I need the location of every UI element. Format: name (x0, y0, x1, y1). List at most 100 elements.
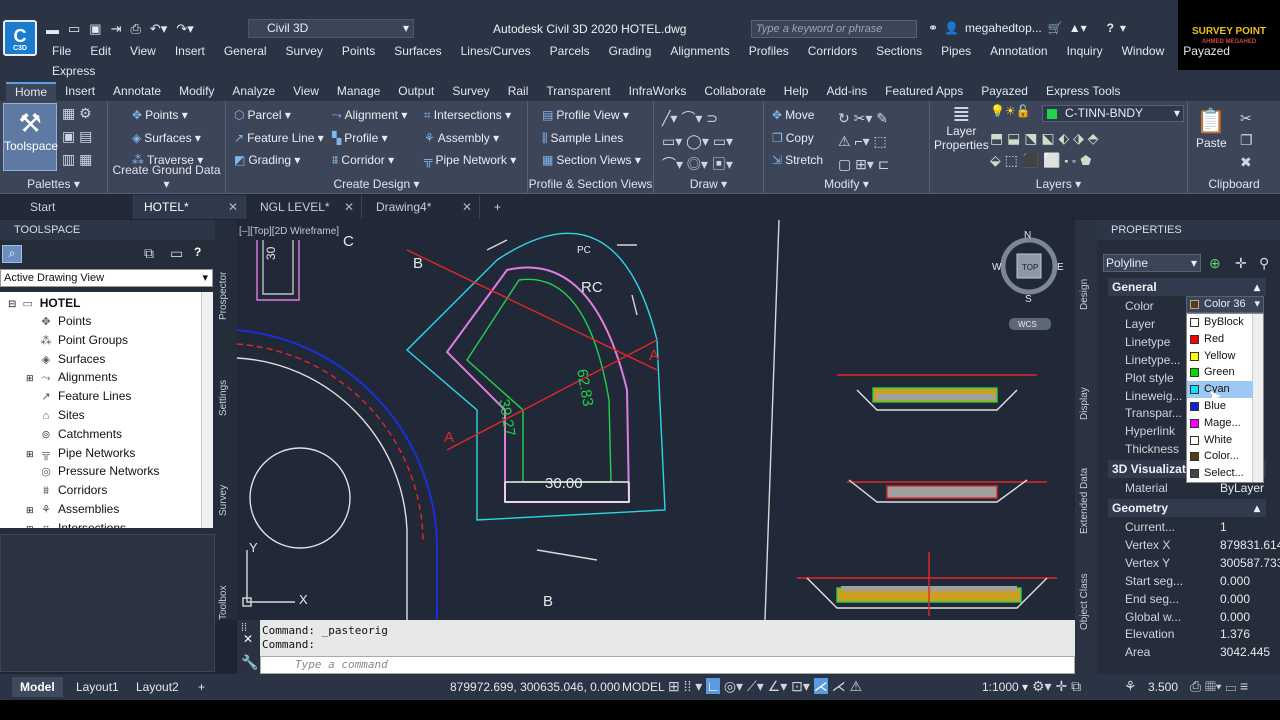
menu-item-survey[interactable]: Survey (286, 44, 342, 58)
draw-title[interactable]: Draw ▾ (654, 177, 763, 191)
search-input[interactable]: Type a keyword or phrase (751, 20, 917, 38)
undo-icon[interactable]: ↶▾ (150, 21, 167, 37)
tree-item[interactable]: ◈ Surfaces (26, 350, 106, 368)
parcel-button[interactable]: ⬡ Parcel ▾ (234, 108, 291, 122)
property-row[interactable]: Vertex Y 300587.733 (1108, 554, 1280, 572)
property-value[interactable]: 879831.614 (1220, 536, 1280, 554)
menu-item-surfaces[interactable]: Surfaces (394, 44, 460, 58)
expand-icon[interactable]: ⊞ (26, 445, 38, 463)
property-row[interactable]: Vertex X 879831.614 (1108, 536, 1280, 554)
tree-item[interactable]: ◎ Pressure Networks (26, 462, 159, 480)
ribbon-tab-rail[interactable]: Rail (499, 82, 538, 101)
scrollbar[interactable] (1252, 314, 1263, 482)
status-icons[interactable]: ⎙ ▦▾ ▭ ≡ (1190, 678, 1248, 695)
surfaces-button[interactable]: ◈ Surfaces ▾ (132, 131, 201, 145)
tab-toolbox[interactable]: Toolbox (218, 586, 229, 620)
menu-item-pipes[interactable]: Pipes (941, 44, 990, 58)
alignment-button[interactable]: ⤳ Alignment ▾ (332, 108, 407, 123)
tab-extended-data[interactable]: Extended Data (1079, 468, 1090, 534)
ribbon-tab-add-ins[interactable]: Add-ins (817, 82, 876, 101)
modify-tools[interactable]: ↻ ✂▾ ✎ ⚠ ⌐▾ ⬚ ▢ ⊞▾ ⊏ (838, 107, 890, 176)
settings-icon[interactable]: ⚙▾ ✛ ⧉ (1032, 678, 1081, 695)
expand-icon[interactable]: ⊞ (26, 501, 38, 519)
menu-item-general[interactable]: General (224, 44, 286, 58)
menu-item-view[interactable]: View (130, 44, 175, 58)
tab-layout1[interactable]: Layout1 (68, 677, 127, 697)
palette-icon[interactable]: ▦ ⚙ (62, 105, 92, 122)
workspace-icon[interactable]: ⚘ (1124, 678, 1137, 695)
tab-layout2[interactable]: Layout2 (128, 677, 187, 697)
layers-title[interactable]: Layers ▾ (930, 177, 1187, 191)
status-value[interactable]: 3.500 (1148, 680, 1178, 694)
section-header[interactable]: General ▴ (1108, 278, 1266, 296)
menu-item-edit[interactable]: Edit (90, 44, 130, 58)
ribbon-tab-analyze[interactable]: Analyze (223, 82, 284, 101)
corridor-button[interactable]: ⩩ Corridor ▾ (332, 153, 394, 168)
view-dropdown[interactable]: Active Drawing View ▾ (0, 269, 213, 287)
compass-w[interactable]: W (992, 262, 1002, 273)
tree-item[interactable]: ↗ Feature Lines (26, 387, 131, 405)
sample-lines-button[interactable]: ⫼ Sample Lines (542, 131, 623, 146)
ribbon-tab-manage[interactable]: Manage (328, 82, 389, 101)
profile-view-button[interactable]: ▤ Profile View ▾ (542, 108, 629, 122)
property-value[interactable]: 1 (1220, 518, 1227, 536)
grading-button[interactable]: ◩ Grading ▾ (234, 153, 300, 167)
compass-s[interactable]: S (1025, 294, 1032, 305)
tree-item[interactable]: ✥ Points (26, 312, 91, 330)
menu-item-window[interactable]: Window (1122, 44, 1184, 58)
tree-item[interactable]: ⊞ ⤳ Alignments (26, 368, 117, 386)
ribbon-tab-express-tools[interactable]: Express Tools (1037, 82, 1129, 101)
color-option[interactable]: Select... (1187, 465, 1253, 482)
tree-item[interactable]: ⊞ ⚘ Assemblies (26, 500, 119, 518)
tree-item[interactable]: ⊞⌗ Intersections (26, 519, 126, 528)
color-option[interactable]: ByBlock (1187, 314, 1253, 331)
menu-item-annotation[interactable]: Annotation (990, 44, 1066, 58)
tab-survey[interactable]: Survey (218, 485, 229, 516)
property-row[interactable]: Global w... 0.000 (1108, 608, 1266, 626)
window-icon[interactable]: ▭ (170, 245, 183, 262)
menu-item-grading[interactable]: Grading (609, 44, 671, 58)
expand-icon[interactable]: ⊞ (26, 520, 38, 528)
palettes-title[interactable]: Palettes ▾ (0, 177, 107, 191)
annotation-scale[interactable]: 1:1000 ▾ (982, 680, 1028, 694)
help-icon[interactable]: ? (194, 245, 201, 259)
redo-icon[interactable]: ↷▾ (176, 21, 193, 37)
menu-item-insert[interactable]: Insert (175, 44, 224, 58)
palette-icon[interactable]: ▥ ▦ (62, 151, 92, 168)
binoculars-icon[interactable]: ⚭ (928, 21, 938, 35)
color-option[interactable]: Red (1187, 331, 1253, 348)
tab-settings[interactable]: Settings (218, 380, 229, 416)
scrollbar[interactable] (201, 292, 213, 528)
tab-object-class[interactable]: Object Class (1079, 573, 1090, 630)
new-tab-button[interactable]: + (484, 195, 514, 219)
tab-prospector[interactable]: Prospector (218, 272, 229, 320)
property-row[interactable]: Elevation 1.376 (1108, 625, 1266, 643)
chevron-down-icon[interactable]: ▾ (1120, 21, 1126, 35)
print-icon[interactable]: ⎙ (131, 21, 141, 37)
palette-icon[interactable]: ▣ ▤ (62, 128, 92, 145)
wcs-label[interactable]: WCS (1018, 320, 1037, 329)
pipe-network-button[interactable]: ╦ Pipe Network ▾ (424, 153, 516, 167)
ribbon-tab-annotate[interactable]: Annotate (104, 82, 170, 101)
property-value[interactable]: 1.376 (1220, 625, 1250, 643)
tab-hotel[interactable]: HOTEL* ✕ (134, 195, 246, 219)
assembly-button[interactable]: ⚘ Assembly ▾ (424, 131, 499, 145)
ribbon-tab-featured-apps[interactable]: Featured Apps (876, 82, 972, 101)
color-option[interactable]: Mage... (1187, 415, 1253, 432)
tree-item[interactable]: ⊞ ╦ Pipe Networks (26, 444, 135, 462)
layer-dropdown[interactable]: C-TINN-BNDY ▾ (1042, 105, 1184, 122)
tree-item[interactable]: ⊚ Catchments (26, 425, 122, 443)
property-value[interactable]: 3042.445 (1220, 643, 1270, 661)
add-layout-button[interactable]: + (190, 677, 213, 697)
new-icon[interactable]: ▬ (46, 22, 59, 37)
collapse-icon[interactable]: ▴ (1254, 499, 1260, 517)
color-option[interactable]: Yellow (1187, 348, 1253, 365)
collapse-icon[interactable]: ⊟ (8, 299, 16, 310)
layer-properties-button[interactable]: ≣ Layer Properties (934, 103, 989, 153)
menu-item-lines-curves[interactable]: Lines/Curves (461, 44, 550, 58)
property-row[interactable]: End seg... 0.000 (1108, 590, 1266, 608)
ground-title[interactable]: Create Ground Data ▾ (108, 163, 225, 191)
compass-n[interactable]: N (1024, 230, 1031, 241)
select-objects-icon[interactable]: ✛ (1235, 255, 1247, 272)
tree-item[interactable]: ⌂ Sites (26, 406, 85, 424)
